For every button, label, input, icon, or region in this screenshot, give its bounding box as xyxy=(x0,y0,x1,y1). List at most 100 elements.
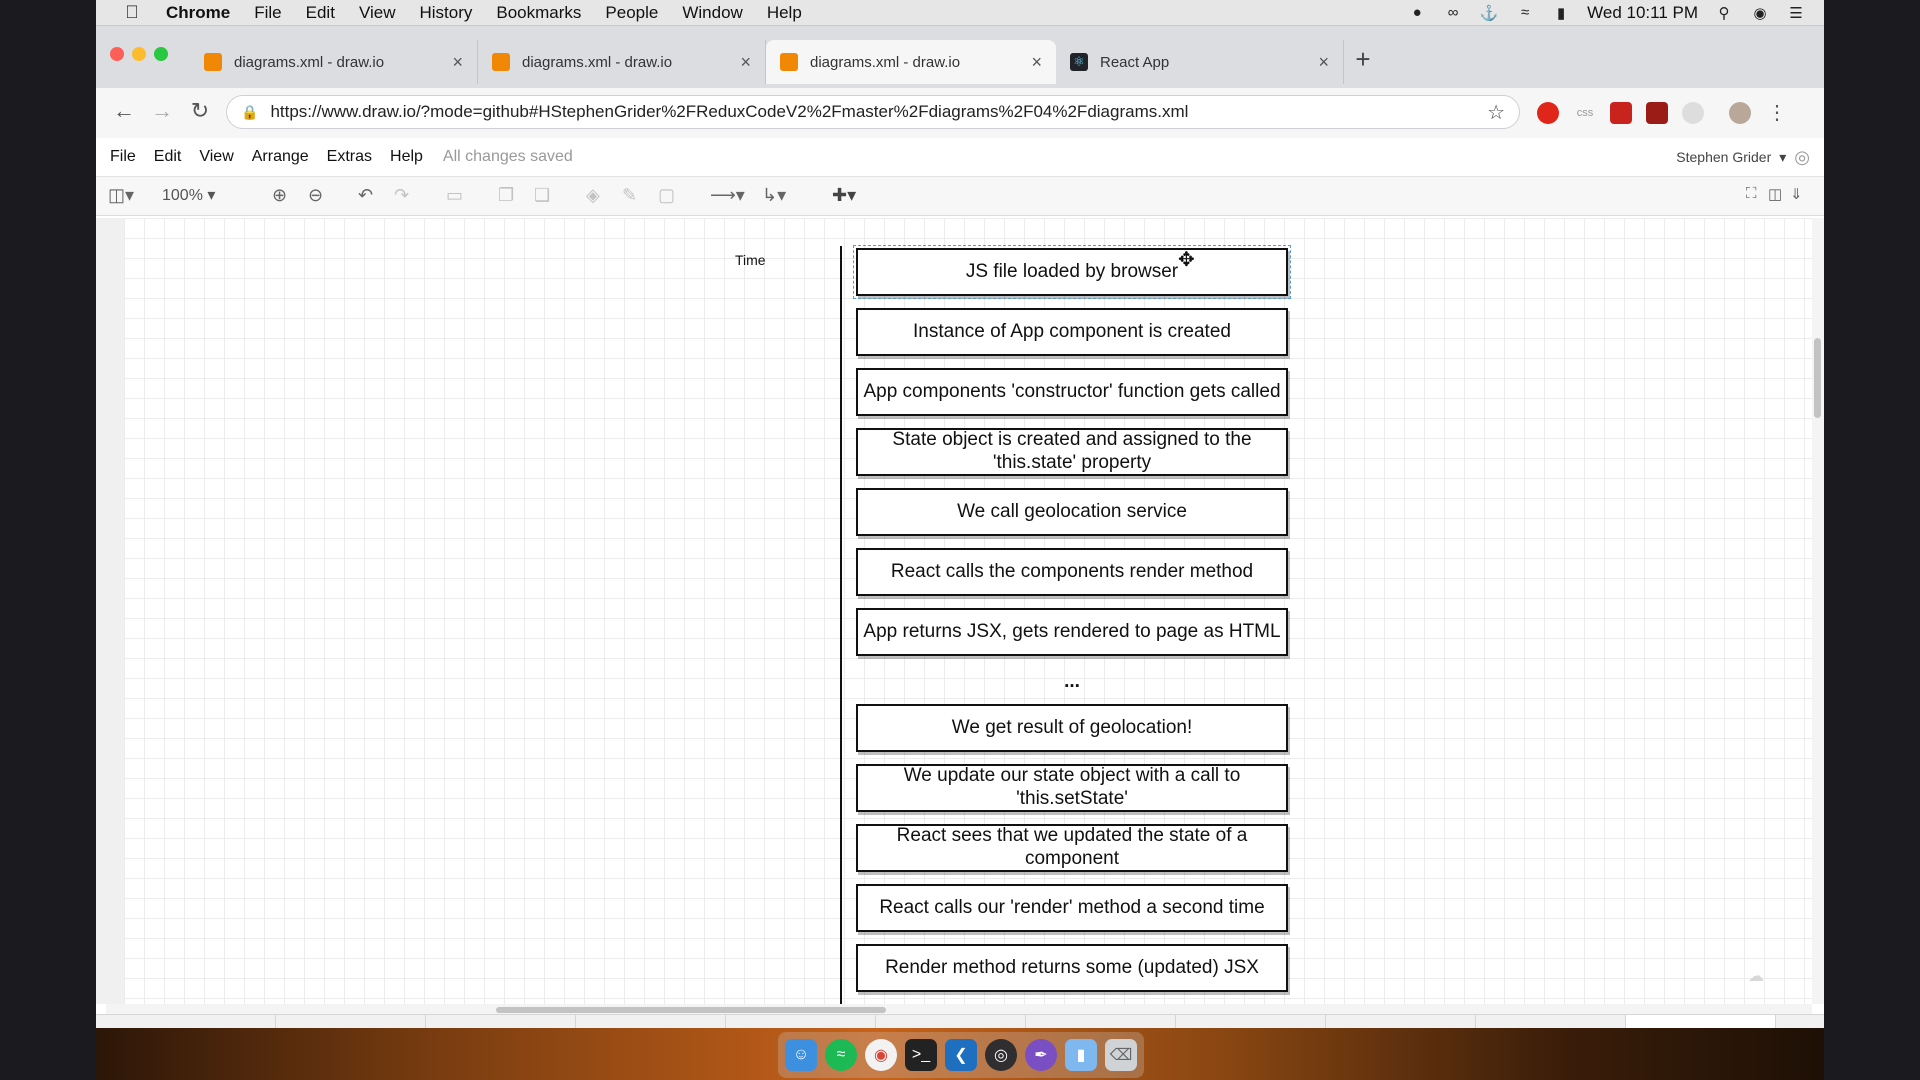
drawio-menu-help[interactable]: Help xyxy=(390,148,423,166)
page-tab-active[interactable]: 11 - state xyxy=(1626,1015,1776,1028)
menu-edit[interactable]: Edit xyxy=(306,3,335,23)
spotify-icon[interactable]: ≈ xyxy=(825,1039,857,1071)
step-box[interactable]: We get result of geolocation! xyxy=(856,704,1288,752)
horizontal-scroll-thumb[interactable] xyxy=(496,1007,886,1013)
minimize-window-icon[interactable] xyxy=(132,47,146,61)
menu-file[interactable]: File xyxy=(254,3,281,23)
format-panel-icon[interactable]: ◫▾ xyxy=(108,185,134,206)
url-bar[interactable]: 🔒 https://www.draw.io/?mode=github#HStep… xyxy=(226,95,1520,129)
globe-icon[interactable]: ◎ xyxy=(1794,147,1810,168)
insert-plus-icon[interactable]: ✚▾ xyxy=(832,185,856,206)
menu-help[interactable]: Help xyxy=(767,3,802,23)
siri-icon[interactable]: ◉ xyxy=(1750,4,1770,22)
close-icon[interactable]: × xyxy=(1318,52,1329,73)
zoom-dropdown[interactable]: 100% ▾ xyxy=(162,185,215,205)
page-tab[interactable]: 03 - app xyxy=(426,1015,576,1028)
line-color-icon[interactable]: ✎ xyxy=(622,185,637,206)
vscode-icon[interactable]: ❮ xyxy=(945,1039,977,1071)
page-tab[interactable]: 02 - class xyxy=(276,1015,426,1028)
collapse-chevron-icon[interactable]: ⇓ xyxy=(1790,185,1803,203)
back-arrow-icon[interactable]: ← xyxy=(110,98,138,124)
url-text[interactable]: https://www.draw.io/?mode=github#HStephe… xyxy=(270,102,1487,122)
page-tab[interactable]: 10 - state xyxy=(1476,1015,1626,1028)
glasses-icon[interactable]: ∞ xyxy=(1443,4,1463,22)
notification-center-icon[interactable]: ☰ xyxy=(1786,4,1806,22)
terminal-icon[interactable]: >_ xyxy=(905,1039,937,1071)
drawio-menu-edit[interactable]: Edit xyxy=(154,148,182,166)
step-box[interactable]: Render method returns some (updated) JSX xyxy=(856,944,1288,992)
zoom-in-icon[interactable]: ⊕ xyxy=(272,185,287,206)
to-front-icon[interactable]: ❐ xyxy=(498,185,514,206)
ellipsis-text[interactable]: ... xyxy=(856,671,1288,693)
step-box[interactable]: App components 'constructor' function ge… xyxy=(856,368,1288,416)
creative-cloud-icon[interactable]: ● xyxy=(1407,4,1427,22)
menu-people[interactable]: People xyxy=(605,3,658,23)
css-icon[interactable]: css xyxy=(1574,102,1596,124)
battery-icon[interactable]: ▮ xyxy=(1551,4,1571,22)
zoom-out-icon[interactable]: ⊖ xyxy=(308,185,323,206)
step-box[interactable]: State object is created and assigned to … xyxy=(856,428,1288,476)
browser-tab-1[interactable]: diagrams.xml - draw.io × xyxy=(190,40,478,84)
browser-tab-4[interactable]: ⚛ React App × xyxy=(1056,40,1344,84)
split-view-icon[interactable]: ◫ xyxy=(1768,185,1782,203)
fullscreen-window-icon[interactable] xyxy=(154,47,168,61)
page-tab[interactable]: 01 - component xyxy=(126,1015,276,1028)
page-tab[interactable]: 07 -geo xyxy=(876,1015,1026,1028)
reload-icon[interactable]: ↻ xyxy=(186,98,214,124)
horizontal-scrollbar[interactable] xyxy=(106,1004,1812,1014)
fill-color-icon[interactable]: ◈ xyxy=(586,185,600,206)
bookmark-star-icon[interactable]: ☆ xyxy=(1487,100,1505,125)
feather-icon[interactable]: ✒ xyxy=(1025,1039,1057,1071)
drawio-menu-view[interactable]: View xyxy=(199,148,233,166)
finder-icon[interactable]: ☺ xyxy=(785,1039,817,1071)
wifi-icon[interactable]: ≈ xyxy=(1515,4,1535,22)
page-tab[interactable]: 09 - class xyxy=(1326,1015,1476,1028)
page-tab[interactable]: 07 - async xyxy=(1176,1015,1326,1028)
step-box[interactable]: We update our state object with a call t… xyxy=(856,764,1288,812)
step-box[interactable]: App returns JSX, gets rendered to page a… xyxy=(856,608,1288,656)
delete-icon[interactable]: ▭ xyxy=(446,185,463,206)
ublock-icon[interactable] xyxy=(1646,102,1668,124)
kebab-menu-icon[interactable]: ⋮ xyxy=(1766,102,1788,124)
menu-window[interactable]: Window xyxy=(682,3,742,23)
lock-icon[interactable]: 🔒 xyxy=(241,104,258,121)
connection-style-icon[interactable]: ⟶▾ xyxy=(710,185,745,206)
menu-view[interactable]: View xyxy=(359,3,396,23)
close-icon[interactable]: × xyxy=(1031,52,1042,73)
browser-tab-2[interactable]: diagrams.xml - draw.io × xyxy=(478,40,766,84)
obs-icon[interactable]: ◎ xyxy=(985,1039,1017,1071)
close-window-icon[interactable] xyxy=(110,47,124,61)
to-back-icon[interactable]: ❏ xyxy=(534,185,550,206)
profile-icon[interactable] xyxy=(1729,102,1751,124)
chrome-icon[interactable]: ◉ xyxy=(865,1039,897,1071)
timeline-arrow[interactable] xyxy=(840,246,842,1004)
step-box[interactable]: React sees that we updated the state of … xyxy=(856,824,1288,872)
step-box[interactable]: React calls our 'render' method a second… xyxy=(856,884,1288,932)
step-box[interactable]: JS file loaded by browser xyxy=(853,245,1291,299)
drawio-menu-arrange[interactable]: Arrange xyxy=(252,148,309,166)
page-tab[interactable]: 06 - timeline xyxy=(1026,1015,1176,1028)
fullscreen-icon[interactable]: ⛶ xyxy=(1746,185,1757,202)
step-box[interactable]: React calls the components render method xyxy=(856,548,1288,596)
waypoints-icon[interactable]: ↳▾ xyxy=(762,185,786,206)
apple-icon[interactable]:  xyxy=(120,2,144,23)
diagram-canvas[interactable]: Time JS file loaded by browser Instance … xyxy=(124,218,1812,1004)
shadow-icon[interactable]: ▢ xyxy=(658,185,675,206)
forward-arrow-icon[interactable]: → xyxy=(148,98,176,124)
trash-icon[interactable]: ⌫ xyxy=(1105,1039,1137,1071)
docker-icon[interactable]: ⚓ xyxy=(1479,4,1499,22)
folder-icon[interactable]: ▮ xyxy=(1065,1039,1097,1071)
menu-history[interactable]: History xyxy=(419,3,472,23)
drawio-menu-extras[interactable]: Extras xyxy=(327,148,372,166)
time-label[interactable]: Time xyxy=(735,252,766,268)
undo-icon[interactable]: ↶ xyxy=(358,185,373,206)
menu-app-chrome[interactable]: Chrome xyxy=(166,3,230,23)
page-tab[interactable]: 04 - challenges xyxy=(576,1015,726,1028)
extension-icon[interactable] xyxy=(1682,102,1704,124)
menu-clock[interactable]: Wed 10:11 PM xyxy=(1587,3,1698,23)
page-tab[interactable]: 05 - hierarchy xyxy=(726,1015,876,1028)
vertical-scroll-thumb[interactable] xyxy=(1814,338,1821,418)
opera-icon[interactable] xyxy=(1537,102,1559,124)
lastpass-icon[interactable] xyxy=(1610,102,1632,124)
close-icon[interactable]: × xyxy=(452,52,463,73)
